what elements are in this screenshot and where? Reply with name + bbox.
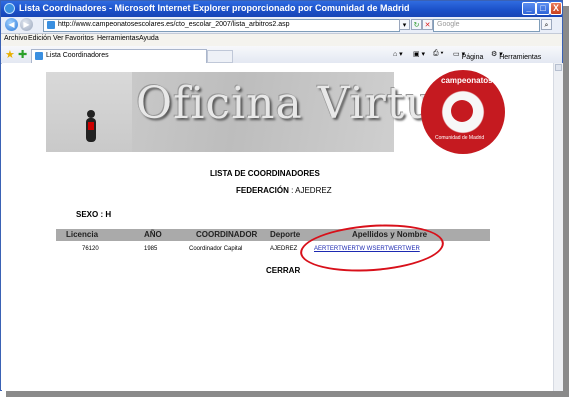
stop-icon[interactable]: ✕	[422, 19, 433, 30]
tab-lista-coordinadores[interactable]: Lista Coordinadores	[31, 49, 207, 63]
tools-menu[interactable]: ⚙ Herramientas ▾	[491, 50, 541, 61]
search-icon[interactable]: ⌕	[541, 19, 552, 30]
federation-label: FEDERACIÓN	[236, 186, 289, 195]
badge-subtitle: Comunidad de Madrid	[435, 135, 485, 141]
ie-icon	[4, 3, 15, 14]
forward-icon[interactable]: ▶	[20, 18, 33, 31]
tab-label: Lista Coordinadores	[46, 52, 109, 59]
cell-anio: 1985	[144, 246, 158, 252]
menu-favoritos[interactable]: Favoritos	[65, 35, 94, 42]
page-menu[interactable]: ▭ Página ▾	[453, 50, 483, 61]
window-title: Lista Coordinadores - Microsoft Internet…	[19, 3, 410, 13]
close-link[interactable]: CERRAR	[266, 266, 300, 275]
back-icon[interactable]: ◀	[5, 18, 18, 31]
banner-photo	[46, 72, 132, 152]
col-coordinador: COORDINADOR	[196, 230, 258, 239]
scroll-up-icon[interactable]	[555, 64, 562, 71]
address-dropdown-icon[interactable]: ▾	[399, 19, 410, 30]
url-input[interactable]: http://www.campeonatosescolares.es/cto_e…	[43, 19, 400, 32]
refresh-icon[interactable]: ↻	[411, 19, 422, 30]
page-title: LISTA DE COORDINADORES	[210, 169, 320, 178]
ball-icon	[451, 100, 473, 122]
add-favorite-icon[interactable]: ✚	[18, 48, 27, 61]
col-licencia: Licencia	[66, 230, 99, 239]
minimize-button[interactable]: _	[522, 2, 536, 15]
cell-licencia: 76120	[82, 246, 99, 252]
sexo-label: SEXO : H	[76, 210, 112, 219]
maximize-button[interactable]: □	[536, 2, 550, 15]
badge-title: campeonatos	[441, 76, 493, 85]
new-tab-button[interactable]	[207, 50, 233, 63]
campeonatos-badge: campeonatos Comunidad de Madrid	[421, 70, 505, 154]
address-bar: ◀ ▶ http://www.campeonatosescolares.es/c…	[1, 17, 562, 34]
menu-archivo[interactable]: Archivo	[4, 35, 27, 42]
window-shadow	[6, 391, 569, 397]
oficina-virtual-banner: Oficina Virtual campeonatos Comunidad de…	[46, 66, 506, 158]
title-bar: Lista Coordinadores - Microsoft Internet…	[1, 1, 562, 17]
menu-herramientas[interactable]: Herramientas	[97, 35, 139, 42]
menu-bar: Archivo Edición Ver Favoritos Herramient…	[1, 34, 562, 46]
menu-ayuda[interactable]: Ayuda	[139, 35, 159, 42]
col-deporte: Deporte	[270, 230, 301, 239]
url-text: http://www.campeonatosescolares.es/cto_e…	[58, 21, 290, 28]
cell-coordinador: Coordinador Capital	[189, 246, 243, 252]
runner-figure	[86, 110, 96, 142]
col-anio: AÑO	[144, 230, 162, 239]
federation-value: : AJEDREZ	[291, 186, 332, 195]
runner-shirt	[88, 122, 94, 130]
browser-window: Lista Coordinadores - Microsoft Internet…	[0, 0, 563, 391]
print-icon[interactable]: ⎙ ▾	[433, 50, 444, 58]
menu-ver[interactable]: Ver	[53, 35, 64, 42]
runner-head	[87, 110, 95, 118]
page-icon	[35, 52, 43, 60]
federation-line: FEDERACIÓN : AJEDREZ	[236, 186, 332, 195]
home-icon[interactable]: ⌂ ▾	[393, 50, 403, 58]
vertical-scrollbar[interactable]	[553, 63, 563, 391]
close-button[interactable]: X	[550, 2, 562, 15]
menu-edicion[interactable]: Edición	[28, 35, 51, 42]
favorites-star-icon[interactable]: ★	[5, 48, 15, 61]
feeds-icon[interactable]: ▣ ▾	[413, 50, 425, 58]
search-input[interactable]: Google	[433, 19, 540, 32]
search-placeholder: Google	[437, 21, 460, 28]
window-shadow	[563, 6, 569, 397]
tools-menu-label: Herramientas	[499, 54, 542, 61]
cell-deporte: AJEDREZ	[270, 246, 298, 252]
page-icon	[47, 21, 55, 29]
favorites-bar: ★ ✚ Lista Coordinadores ⌂ ▾ ▣ ▾ ⎙ ▾ ▭ Pá…	[1, 46, 562, 64]
page-menu-label: Página	[461, 54, 484, 61]
